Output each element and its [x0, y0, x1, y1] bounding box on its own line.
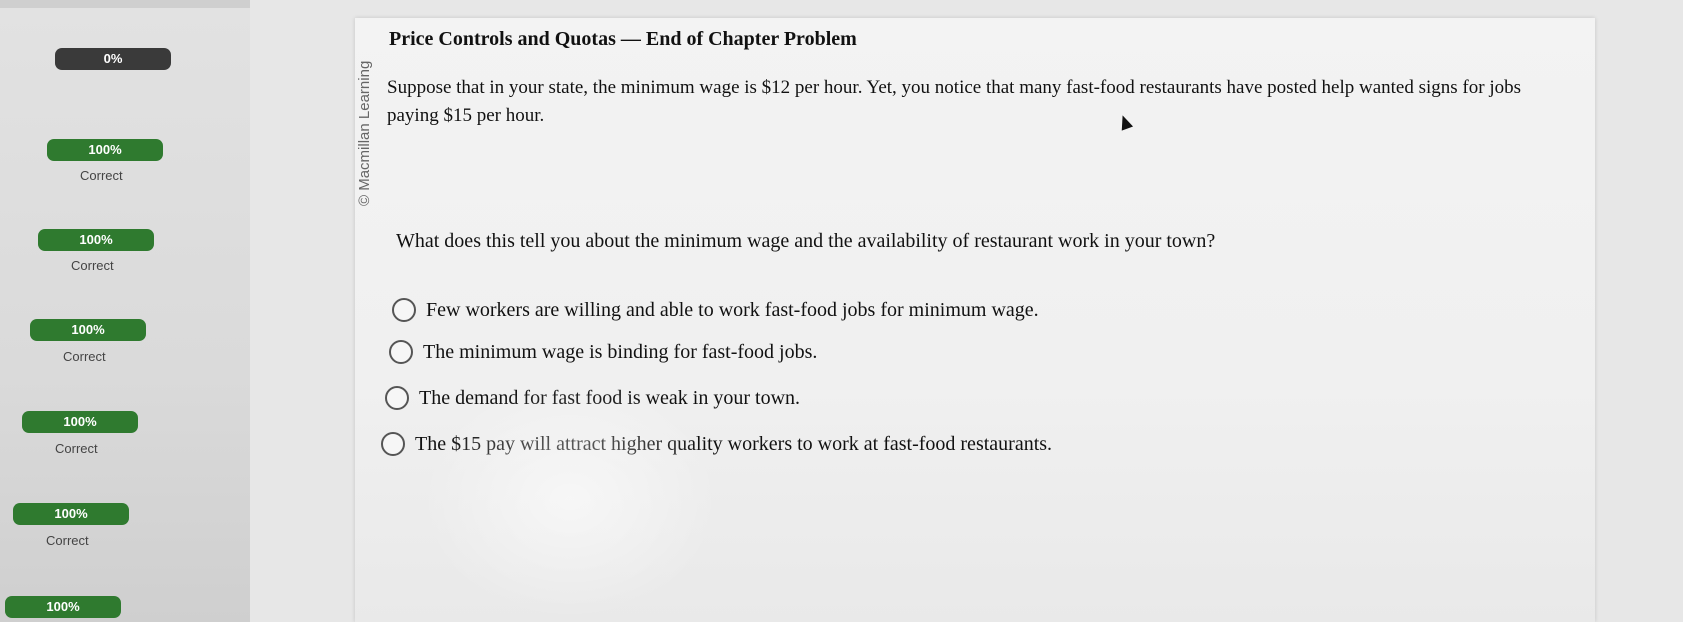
- status-label-q3: Correct: [71, 258, 114, 273]
- progress-bar-q2[interactable]: 100%: [47, 139, 163, 161]
- radio-button-icon[interactable]: [389, 340, 413, 364]
- screen-glare: [420, 380, 720, 620]
- copyright-notice: © Macmillan Learning: [356, 60, 373, 206]
- answer-option-2[interactable]: The minimum wage is binding for fast-foo…: [389, 340, 817, 364]
- problem-title: Price Controls and Quotas — End of Chapt…: [389, 28, 857, 50]
- progress-bar-q6[interactable]: 100%: [13, 503, 129, 525]
- progress-bar-q4[interactable]: 100%: [30, 319, 146, 341]
- status-label-q6: Correct: [46, 533, 89, 548]
- progress-bar-q3[interactable]: 100%: [38, 229, 154, 251]
- radio-button-icon[interactable]: [381, 432, 405, 456]
- progress-bar-q7[interactable]: 100%: [5, 596, 121, 618]
- problem-scenario: Suppose that in your state, the minimum …: [387, 77, 1521, 126]
- status-label-q2: Correct: [80, 168, 123, 183]
- question-progress-sidebar: 0% 100% Correct 100% Correct 100% Correc…: [0, 0, 250, 622]
- answer-option-1[interactable]: Few workers are willing and able to work…: [392, 298, 1039, 322]
- progress-bar-q1[interactable]: 0%: [55, 48, 171, 70]
- answer-option-label: The minimum wage is binding for fast-foo…: [423, 340, 818, 363]
- radio-button-icon[interactable]: [392, 298, 416, 322]
- progress-bar-q5[interactable]: 100%: [22, 411, 138, 433]
- sidebar-top-strip: [0, 0, 250, 8]
- radio-button-icon[interactable]: [385, 386, 409, 410]
- problem-question: What does this tell you about the minimu…: [396, 230, 1216, 252]
- status-label-q4: Correct: [63, 349, 106, 364]
- status-label-q5: Correct: [55, 441, 98, 456]
- answer-option-label: Few workers are willing and able to work…: [426, 298, 1039, 321]
